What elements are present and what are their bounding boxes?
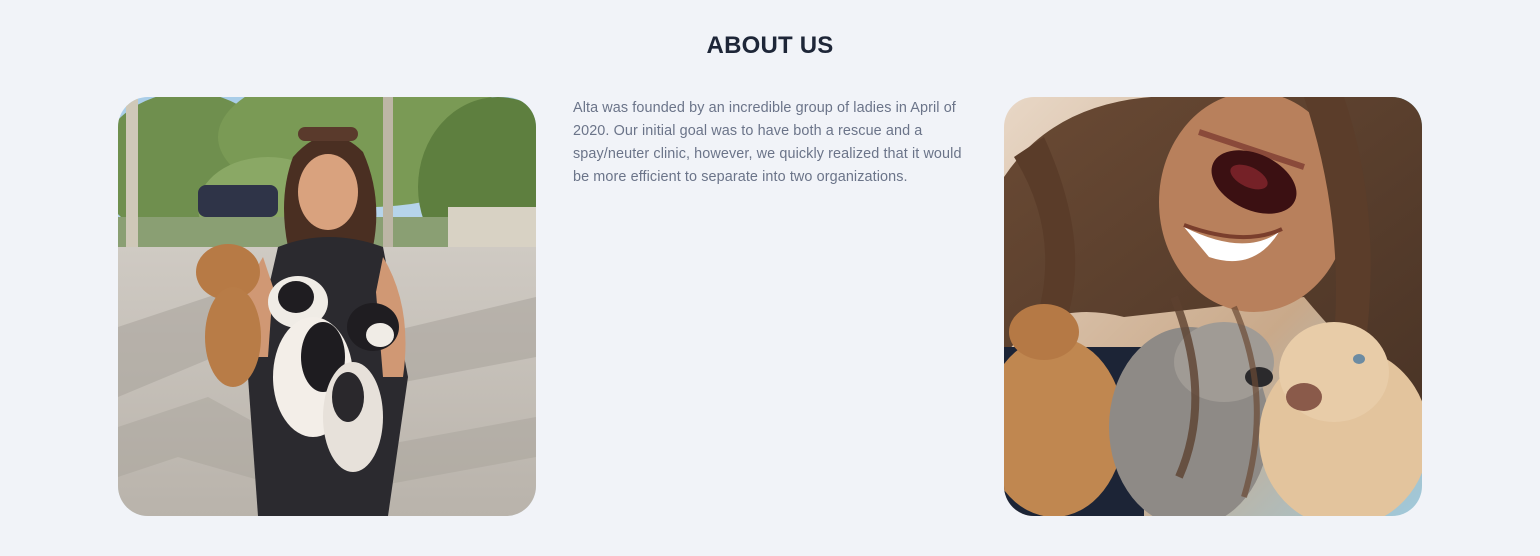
- about-description: Alta was founded by an incredible group …: [573, 100, 962, 185]
- woman-hugging-puppies-photo: [1004, 97, 1422, 516]
- woman-holding-puppies-photo: [118, 97, 536, 516]
- section-title: ABOUT US: [706, 32, 834, 59]
